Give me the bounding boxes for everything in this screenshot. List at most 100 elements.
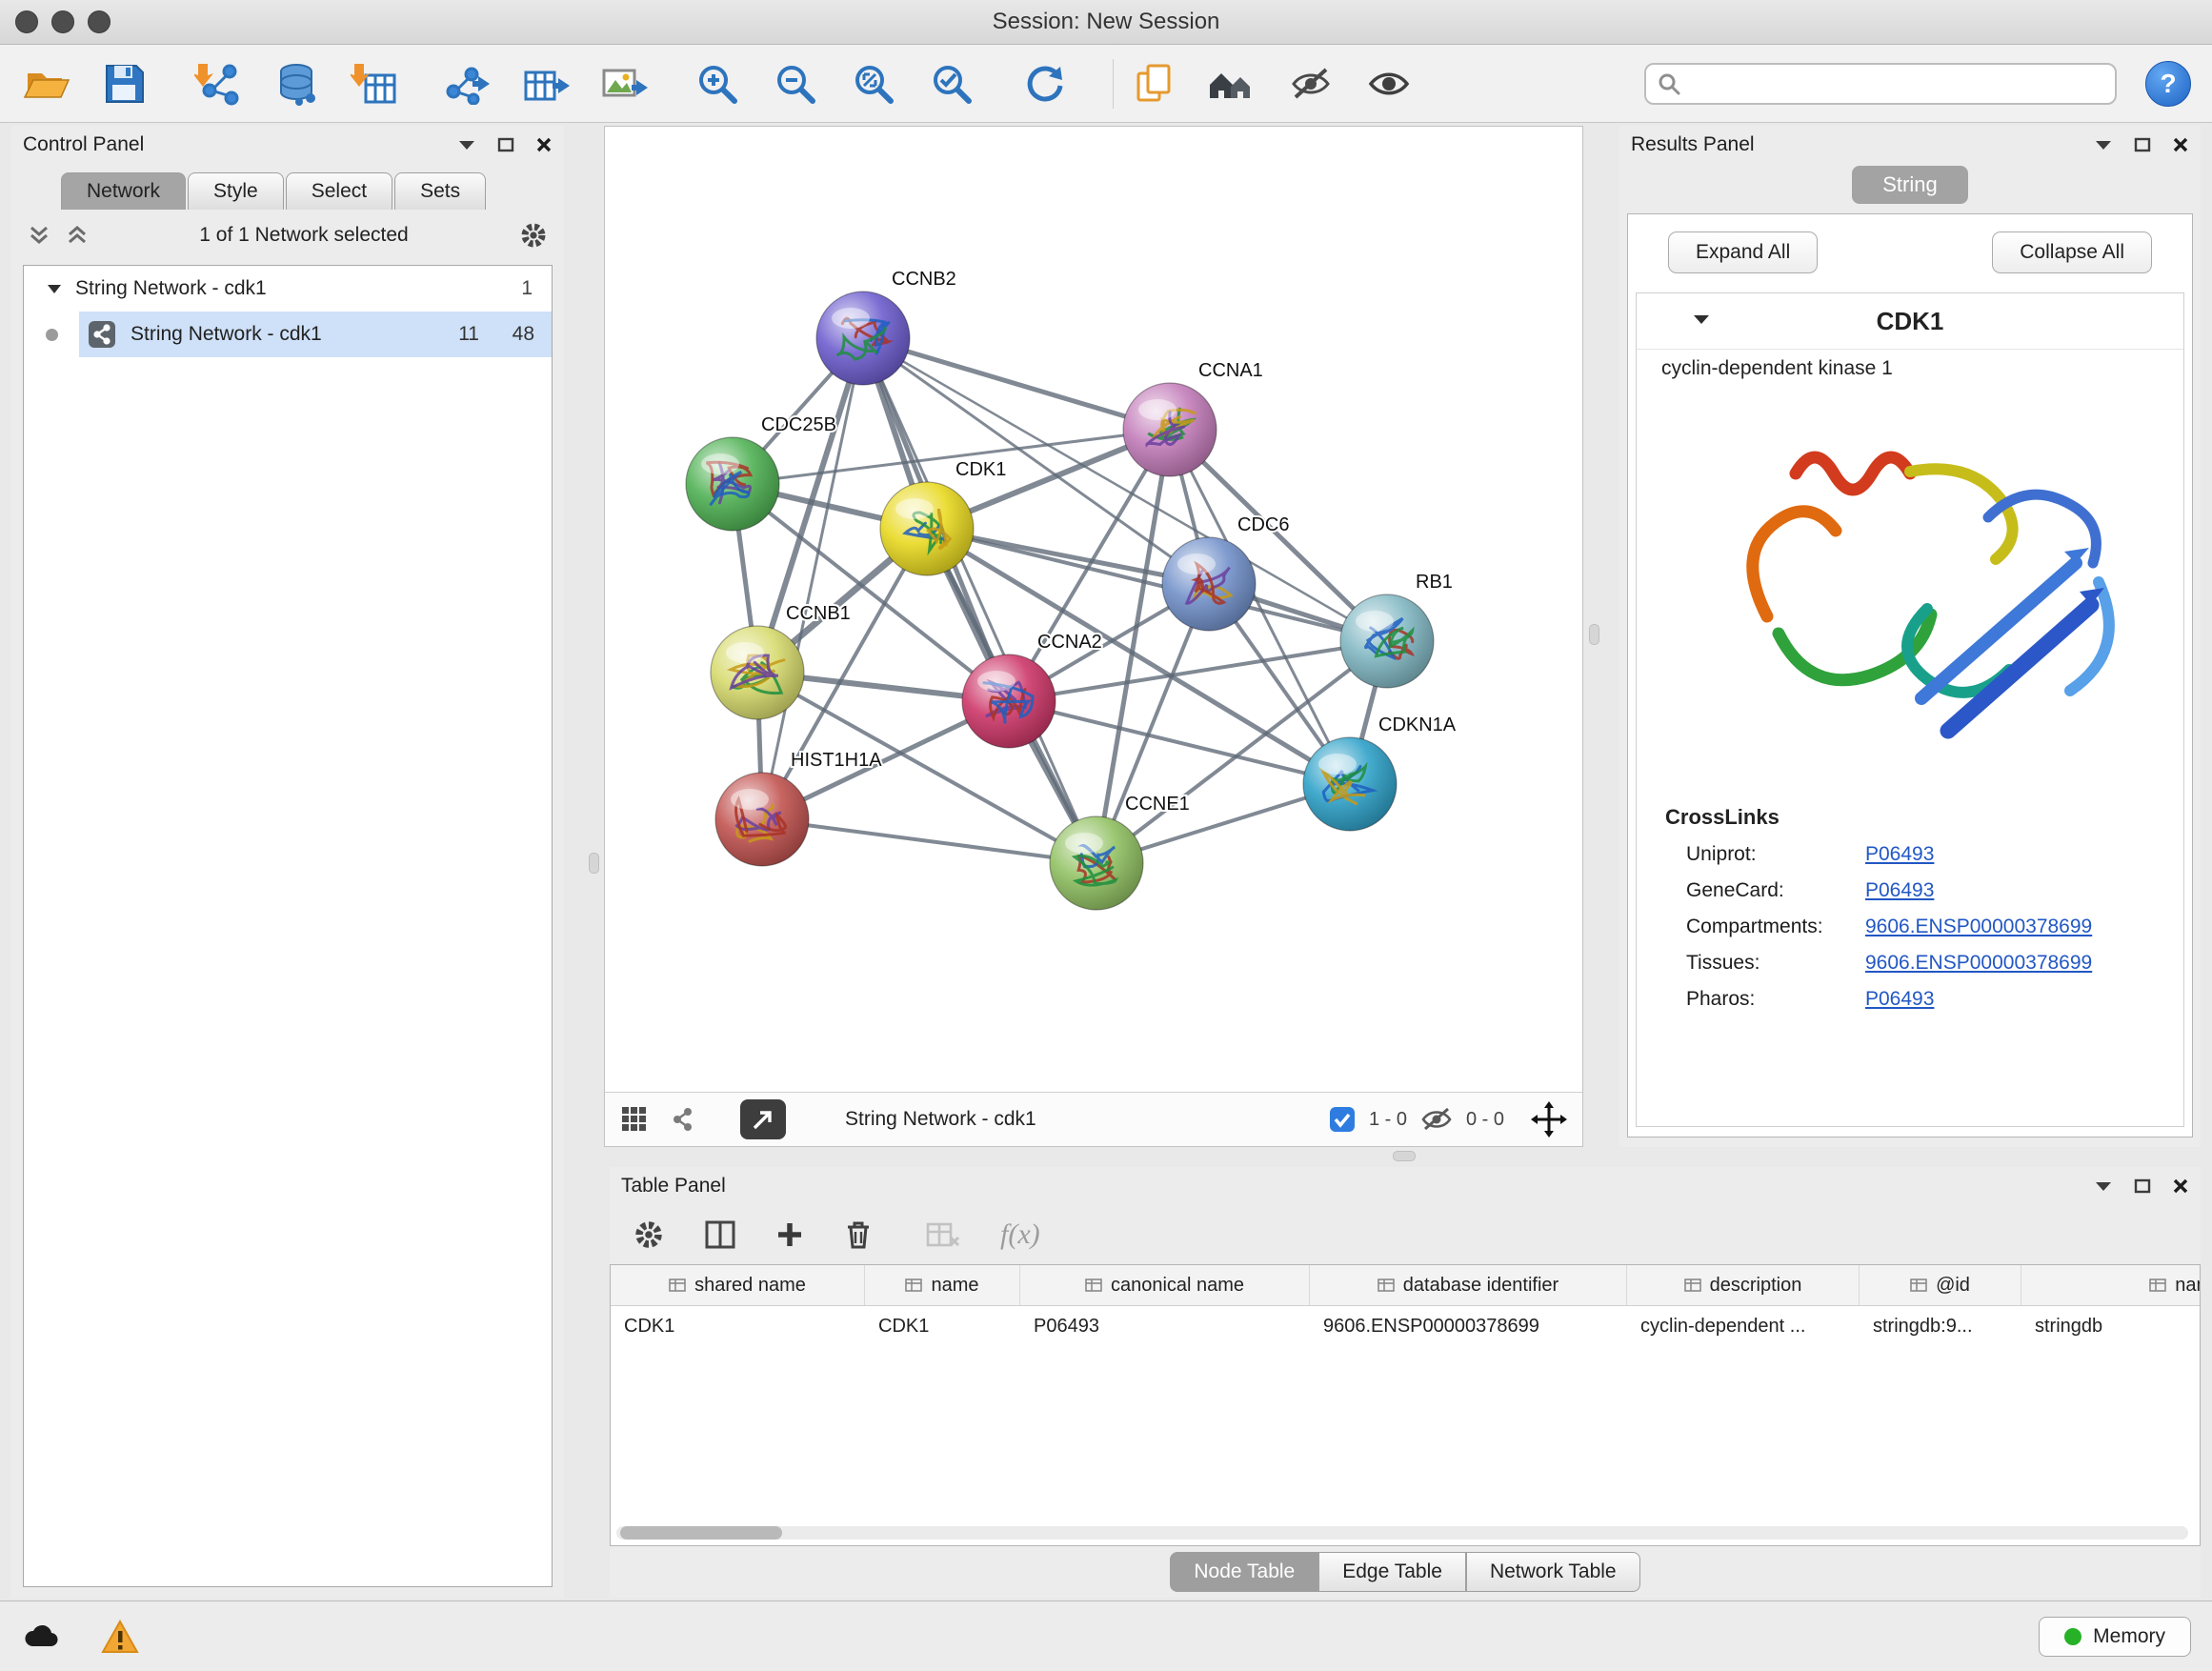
protein-section-header[interactable]: CDK1	[1637, 293, 2183, 350]
show-grid-icon[interactable]	[620, 1105, 649, 1134]
tab-style[interactable]: Style	[188, 172, 284, 210]
table-cell[interactable]: CDK1	[865, 1306, 1020, 1346]
import-network-file-button[interactable]	[192, 58, 244, 110]
export-table-button[interactable]	[520, 58, 572, 110]
tab-edge-table[interactable]: Edge Table	[1318, 1552, 1466, 1592]
hidden-items-eye-icon[interactable]	[1420, 1106, 1453, 1133]
float-table-panel-icon[interactable]	[2134, 1178, 2151, 1194]
zoom-out-button[interactable]	[770, 58, 821, 110]
tab-string[interactable]: String	[1852, 166, 1967, 204]
save-session-button[interactable]	[99, 58, 151, 110]
copy-button[interactable]	[1129, 58, 1180, 110]
tab-sets[interactable]: Sets	[394, 172, 486, 210]
crosslink-link[interactable]: P06493	[1865, 879, 1934, 902]
zoom-fit-button[interactable]	[848, 58, 899, 110]
open-session-button[interactable]	[21, 58, 72, 110]
tab-node-table[interactable]: Node Table	[1170, 1552, 1318, 1592]
tab-network[interactable]: Network	[61, 172, 186, 210]
expand-all-button[interactable]: Expand All	[1668, 232, 1818, 273]
crosslink-link[interactable]: P06493	[1865, 988, 1934, 1011]
table-horizontal-scrollbar[interactable]	[616, 1526, 2188, 1540]
right-splitter-handle[interactable]	[1589, 624, 1599, 645]
fit-selected-crosshair-icon[interactable]	[1531, 1101, 1567, 1137]
table-cell[interactable]: stringdb	[2021, 1306, 2201, 1346]
network-edge-ccnb2-ccne1[interactable]	[863, 338, 1096, 863]
close-table-panel-icon[interactable]	[2172, 1178, 2189, 1195]
open-in-browser-button[interactable]	[740, 1099, 786, 1139]
tab-network-table[interactable]: Network Table	[1466, 1552, 1640, 1592]
network-birdseye-icon[interactable]	[668, 1105, 696, 1134]
warning-icon[interactable]	[101, 1620, 139, 1654]
import-network-database-button[interactable]	[271, 58, 322, 110]
float-results-panel-icon[interactable]	[2134, 137, 2151, 152]
help-button[interactable]: ?	[2145, 61, 2191, 107]
cloud-icon[interactable]	[21, 1621, 63, 1652]
network-row[interactable]: String Network - cdk1 11 48	[24, 312, 552, 357]
table-options-gear-icon[interactable]	[633, 1218, 665, 1251]
network-canvas[interactable]: CCNB2CCNA1CDC25BCDK1CDC6RB1CCNB1CCNA2CDK…	[605, 127, 1582, 1092]
search-input[interactable]	[1690, 71, 2103, 95]
expand-all-networks-icon[interactable]	[65, 223, 90, 248]
network-edge-hist1h1a-ccne1[interactable]	[762, 819, 1096, 863]
show-columns-icon[interactable]	[705, 1220, 735, 1249]
column-header-namespace[interactable]: namespace	[2021, 1265, 2201, 1305]
table-cell[interactable]: stringdb:9...	[1860, 1306, 2021, 1346]
collapse-results-panel-icon[interactable]	[2094, 138, 2113, 151]
collapse-panel-icon[interactable]	[457, 138, 476, 151]
create-column-plus-icon[interactable]	[775, 1220, 804, 1249]
memory-button[interactable]: Memory	[2039, 1617, 2191, 1657]
zoom-in-button[interactable]	[692, 58, 743, 110]
minimize-window-button[interactable]	[51, 10, 74, 33]
apply-layout-button[interactable]	[1019, 58, 1071, 110]
table-cell[interactable]: cyclin-dependent ...	[1627, 1306, 1860, 1346]
column-header-database-identifier[interactable]: database identifier	[1310, 1265, 1627, 1305]
collapse-all-button[interactable]: Collapse All	[1992, 232, 2152, 273]
home-button[interactable]	[1207, 58, 1258, 110]
maximize-window-button[interactable]	[88, 10, 111, 33]
column-header-shared-name[interactable]: shared name	[611, 1265, 865, 1305]
close-results-panel-icon[interactable]	[2172, 136, 2189, 153]
scrollbar-thumb[interactable]	[620, 1526, 782, 1540]
delete-column-trash-icon[interactable]	[844, 1219, 873, 1250]
export-network-button[interactable]	[442, 58, 493, 110]
column-header-canonical-name[interactable]: canonical name	[1020, 1265, 1310, 1305]
network-node-rb1[interactable]	[1340, 594, 1434, 688]
column-header-description[interactable]: description	[1627, 1265, 1860, 1305]
import-table-button[interactable]	[349, 58, 400, 110]
window-title: Session: New Session	[0, 0, 2212, 44]
crosslink-link[interactable]: P06493	[1865, 843, 1934, 866]
show-graphics-details-button[interactable]	[1363, 58, 1415, 110]
column-header--id[interactable]: @id	[1860, 1265, 2021, 1305]
selected-items-checkbox-icon[interactable]	[1329, 1106, 1356, 1133]
hide-graphics-details-button[interactable]	[1285, 58, 1337, 110]
tree-expander-icon[interactable]	[47, 283, 62, 294]
close-window-button[interactable]	[15, 10, 38, 33]
network-edge-ccnb2-hist1h1a[interactable]	[762, 338, 863, 819]
protein-collapse-caret-icon[interactable]	[1692, 312, 1711, 326]
network-node-hist1h1a[interactable]	[715, 773, 809, 866]
network-row-selected[interactable]: String Network - cdk1 11 48	[79, 312, 552, 357]
table-cell[interactable]: 9606.ENSP00000378699	[1310, 1306, 1627, 1346]
network-edge-ccnb2-ccna1[interactable]	[863, 338, 1170, 430]
network-node-ccnb2[interactable]	[816, 292, 910, 385]
table-cell[interactable]: P06493	[1020, 1306, 1310, 1346]
network-options-gear-icon[interactable]	[518, 220, 549, 251]
network-node-cdc6[interactable]	[1162, 537, 1256, 631]
search-box[interactable]	[1644, 63, 2117, 105]
table-row[interactable]: CDK1CDK1P064939606.ENSP00000378699cyclin…	[611, 1306, 2200, 1346]
close-panel-icon[interactable]	[535, 136, 553, 153]
zoom-selected-button[interactable]	[926, 58, 977, 110]
network-collection-row[interactable]: String Network - cdk1 1	[24, 266, 552, 312]
crosslink-link[interactable]: 9606.ENSP00000378699	[1865, 916, 2092, 938]
column-header-name[interactable]: name	[865, 1265, 1020, 1305]
crosslink-link[interactable]: 9606.ENSP00000378699	[1865, 952, 2092, 975]
left-splitter-handle[interactable]	[589, 853, 599, 874]
collapse-table-panel-icon[interactable]	[2094, 1179, 2113, 1193]
float-panel-icon[interactable]	[497, 137, 514, 152]
collapse-all-networks-icon[interactable]	[27, 223, 51, 248]
export-image-button[interactable]	[598, 58, 650, 110]
network-node-cdk1[interactable]	[880, 482, 974, 575]
tab-select[interactable]: Select	[286, 172, 392, 210]
bottom-splitter-handle[interactable]	[1393, 1151, 1416, 1161]
table-cell[interactable]: CDK1	[611, 1306, 865, 1346]
